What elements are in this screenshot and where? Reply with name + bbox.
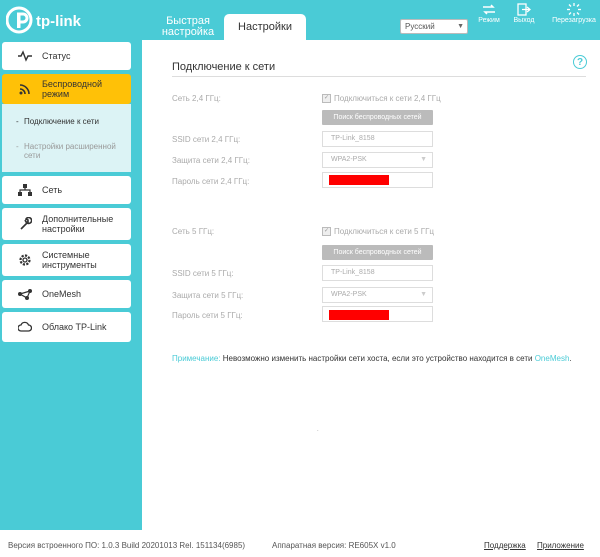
chevron-down-icon: ▼ (457, 23, 464, 30)
band24-label: Сеть 2,4 ГГц: (172, 94, 221, 103)
reboot-label: Перезагрузка (552, 17, 596, 24)
title-divider (172, 76, 586, 77)
mode-switch-icon (483, 4, 495, 15)
pulse-icon (18, 50, 32, 62)
band24-connect-checkbox[interactable]: ✓ Подключиться к сети 2,4 ГГц (322, 94, 441, 104)
logout-icon (517, 3, 531, 16)
note-end: . (569, 354, 572, 363)
wifi-icon (19, 84, 30, 95)
stray-dot: . (317, 427, 319, 433)
band5-security-label: Защита сети 5 ГГц: (172, 291, 244, 300)
mode-label: Режим (478, 17, 500, 24)
band5-password-label: Пароль сети 5 ГГц: (172, 311, 243, 320)
security-value: WPA2-PSK (331, 156, 367, 163)
checkbox-label: Подключиться к сети 2,4 ГГц (334, 94, 441, 103)
security-value: WPA2-PSK (331, 291, 367, 298)
sidebar-item-wireless[interactable]: Беспроводной режим (2, 74, 131, 104)
sidebar-item-label: Системные инструменты (42, 250, 97, 270)
band24-password-label: Пароль сети 2,4 ГГц: (172, 177, 250, 186)
checkbox-label: Подключиться к сети 5 ГГц (334, 227, 434, 236)
footer: Версия встроенного ПО: 1.0.3 Build 20201… (0, 530, 600, 557)
tp-link-logo: tp-link (5, 6, 94, 34)
onemesh-note: Примечание: Невозможно изменить настройк… (172, 352, 572, 365)
chevron-down-icon: ▼ (420, 291, 427, 298)
language-select[interactable]: Русский ▼ (400, 19, 468, 34)
sidebar-item-label: Беспроводной режим (42, 79, 103, 99)
note-label: Примечание: (172, 354, 221, 363)
checkbox-icon: ✓ (322, 94, 331, 104)
band24-ssid-label: SSID сети 2,4 ГГц: (172, 135, 241, 144)
support-link[interactable]: Поддержка (484, 541, 526, 550)
redaction-block (329, 310, 389, 320)
sidebar-item-cloud[interactable]: Облако TP-Link (2, 312, 131, 342)
tab-quick-setup[interactable]: Быстрая настройка (152, 16, 224, 40)
firmware-version: Версия встроенного ПО: 1.0.3 Build 20201… (8, 541, 246, 550)
sidebar-item-label: Сеть (42, 185, 63, 195)
network-icon (18, 184, 32, 196)
hardware-version: Аппаратная версия: RE605X v1.0 (272, 541, 396, 550)
sidebar-item-label: Облако TP-Link (42, 322, 107, 332)
help-icon[interactable]: ? (573, 55, 587, 69)
reboot-button[interactable]: Перезагрузка (552, 3, 596, 24)
band5-ssid-label: SSID сети 5 ГГц: (172, 269, 234, 278)
band5-password-field[interactable] (322, 306, 433, 322)
sidebar-item-network[interactable]: Сеть (2, 176, 131, 204)
sidebar-item-advanced[interactable]: Дополнительные настройки (2, 208, 131, 240)
band5-label: Сеть 5 ГГц: (172, 227, 215, 236)
sidebar-item-status[interactable]: Статус (2, 42, 131, 70)
onemesh-link[interactable]: OneMesh (535, 354, 570, 363)
mode-button[interactable]: Режим (471, 3, 507, 24)
redaction-block (329, 175, 389, 185)
sidebar-subitem-label: Подключение к сети (24, 117, 99, 126)
cloud-icon (18, 321, 32, 332)
language-value: Русский (405, 22, 435, 31)
wrench-icon (20, 217, 32, 230)
band24-scan-button[interactable]: Поиск беспроводных сетей (322, 110, 433, 125)
sidebar-item-onemesh[interactable]: OneMesh (2, 280, 131, 308)
band24-ssid-field[interactable]: TP-Link_8158 (322, 131, 433, 147)
gear-icon (19, 254, 31, 266)
reboot-icon (567, 3, 581, 16)
main-panel: Подключение к сети ? Сеть 2,4 ГГц: ✓ Подк… (142, 40, 600, 530)
wireless-submenu: - Подключение к сети - Настройки расшире… (2, 104, 131, 172)
tab-settings[interactable]: Настройки (224, 14, 306, 40)
band24-password-field[interactable] (322, 172, 433, 188)
app-link[interactable]: Приложение (537, 541, 584, 550)
sidebar-item-label: Статус (42, 51, 71, 61)
band5-connect-checkbox[interactable]: ✓ Подключиться к сети 5 ГГц (322, 227, 434, 237)
sidebar-subitem-extended-network[interactable]: - Настройки расширенной сети (16, 142, 131, 160)
onemesh-icon (18, 289, 32, 300)
sidebar: Статус Беспроводной режим - Подключение … (0, 40, 142, 530)
sidebar-item-label: OneMesh (42, 289, 82, 299)
band5-ssid-field[interactable]: TP-Link_8158 (322, 265, 433, 281)
logout-label: Выход (513, 17, 535, 24)
band5-scan-button[interactable]: Поиск беспроводных сетей (322, 245, 433, 260)
note-text: Невозможно изменить настройки сети хоста… (222, 354, 533, 363)
logout-button[interactable]: Выход (506, 3, 542, 24)
svg-text:tp-link: tp-link (36, 13, 82, 30)
sidebar-subitem-network-connection[interactable]: - Подключение к сети (16, 117, 99, 126)
chevron-down-icon: ▼ (420, 156, 427, 163)
sidebar-item-system-tools[interactable]: Системные инструменты (2, 244, 131, 276)
sidebar-subitem-label: Настройки расширенной сети (24, 142, 116, 160)
sidebar-item-label: Дополнительные настройки (42, 214, 114, 234)
band5-security-select[interactable]: WPA2-PSK ▼ (322, 287, 433, 303)
page-title: Подключение к сети (172, 61, 276, 73)
band24-security-label: Защита сети 2,4 ГГц: (172, 156, 250, 165)
checkbox-icon: ✓ (322, 227, 331, 237)
header: tp-link Быстрая настройка Настройки Русс… (0, 0, 600, 40)
band24-security-select[interactable]: WPA2-PSK ▼ (322, 152, 433, 168)
